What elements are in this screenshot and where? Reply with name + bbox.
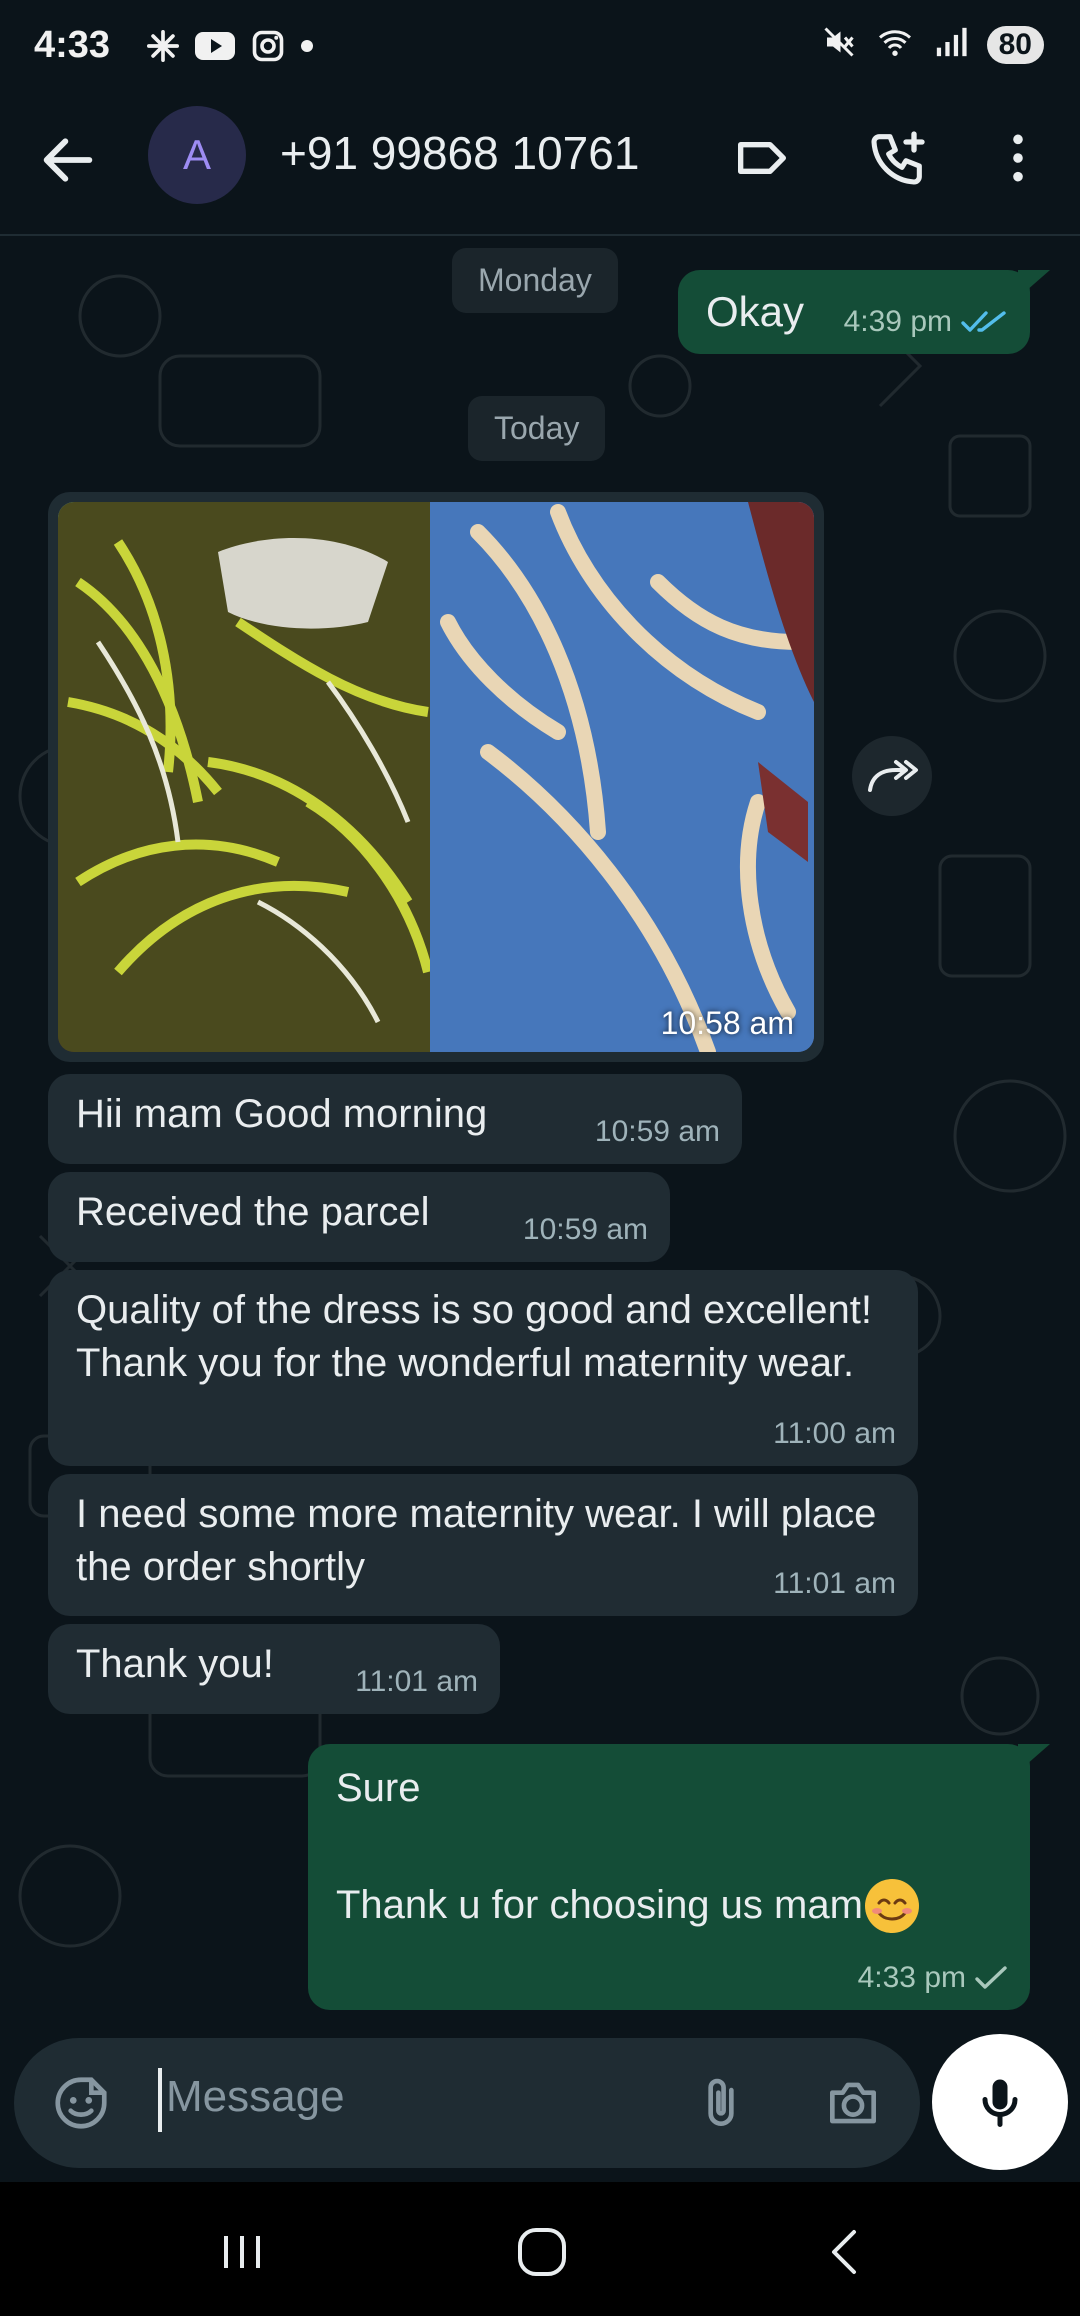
message-bubble-incoming[interactable]: Thank you! 11:01 am	[48, 1624, 500, 1714]
single-tick-icon	[975, 1966, 1007, 1989]
recent-apps-icon	[224, 2236, 260, 2268]
message-meta: 10:59 am	[595, 1112, 720, 1152]
message-text-line1: Sure	[336, 1766, 421, 1810]
forward-icon	[868, 760, 918, 792]
message-text: Okay	[706, 288, 805, 335]
message-bubble-incoming[interactable]: I need some more maternity wear. I will …	[48, 1474, 918, 1616]
sticker-button[interactable]	[50, 2072, 112, 2134]
avatar[interactable]: A	[148, 106, 246, 204]
dot-icon	[300, 39, 314, 58]
message-text-line2: Thank u for choosing us mam	[336, 1883, 863, 1928]
message-bubble-incoming[interactable]: Hii mam Good morning 10:59 am	[48, 1074, 742, 1164]
message-time: 11:01 am	[773, 1567, 896, 1601]
back-button[interactable]	[36, 128, 100, 192]
battery-level: 80	[986, 25, 1044, 64]
home-button[interactable]	[512, 2222, 572, 2282]
message-input[interactable]: Message	[166, 2072, 345, 2122]
back-nav-button[interactable]	[816, 2222, 876, 2282]
message-time: 10:59 am	[522, 1213, 648, 1247]
whatsapp-chat-screen: 4:33 80 A +91 99868 10761 Monday Okay 4:…	[0, 0, 1080, 2316]
status-system-icons: 80	[821, 24, 1044, 65]
chat-area[interactable]: Monday Okay 4:39 pm Today 10:58 am Hii m…	[0, 236, 1080, 2036]
message-text: I need some more maternity wear. I will …	[76, 1492, 877, 1589]
more-options-button[interactable]	[986, 126, 1050, 190]
microphone-icon	[982, 2079, 1018, 2127]
date-separator-monday: Monday	[452, 248, 618, 313]
message-meta: 11:00 am	[773, 1414, 896, 1454]
instagram-icon	[250, 28, 286, 69]
message-bubble-outgoing[interactable]: Okay 4:39 pm	[678, 270, 1030, 354]
text-caret	[158, 2068, 162, 2132]
image-time: 10:58 am	[660, 1005, 794, 1041]
status-bar: 4:33 80	[0, 0, 1080, 96]
message-time: 11:01 am	[355, 1665, 478, 1699]
youtube-icon	[194, 30, 236, 67]
add-call-icon	[871, 131, 925, 185]
message-meta: 10:59 am	[523, 1210, 648, 1250]
message-text: Quality of the dress is so good and exce…	[76, 1288, 873, 1385]
message-text: Hii mam Good morning	[76, 1092, 488, 1136]
paperclip-icon	[708, 2078, 734, 2126]
more-vert-icon	[1013, 134, 1023, 182]
bubble-tail	[1018, 270, 1050, 298]
camera-button[interactable]	[822, 2072, 884, 2134]
wifi-icon	[875, 24, 915, 65]
message-text: Thank you!	[76, 1642, 274, 1686]
message-time: 11:00 am	[773, 1417, 896, 1451]
message-time: 10:59 am	[594, 1115, 720, 1149]
message-time: 4:39 pm	[843, 305, 952, 339]
clothing-photo[interactable]: 10:58 am	[58, 502, 814, 1052]
message-composer[interactable]: Message	[14, 2038, 920, 2168]
chat-header: A +91 99868 10761	[0, 96, 1080, 236]
message-bubble-outgoing[interactable]: Sure Thank u for choosing us mam 4:33 pm	[308, 1744, 1030, 2010]
attach-button[interactable]	[690, 2072, 752, 2134]
status-time: 4:33	[34, 24, 111, 66]
contact-name[interactable]: +91 99868 10761	[280, 126, 639, 180]
bubble-tail	[1018, 1744, 1050, 1772]
message-bubble-incoming[interactable]: Quality of the dress is so good and exce…	[48, 1270, 918, 1466]
status-notification-icons	[146, 28, 314, 69]
mute-icon	[821, 24, 857, 65]
message-meta: 11:01 am	[355, 1662, 478, 1702]
add-call-button[interactable]	[866, 126, 930, 190]
message-meta: 4:39 pm	[844, 302, 1008, 342]
back-arrow-icon	[43, 138, 93, 182]
message-time: 4:33 pm	[857, 1961, 966, 1995]
pinwheel-icon	[146, 29, 180, 68]
voice-message-button[interactable]	[932, 2034, 1068, 2170]
sticker-icon	[55, 2077, 107, 2129]
forward-button[interactable]	[852, 736, 932, 816]
image-message[interactable]: 10:58 am	[48, 492, 824, 1062]
chevron-left-icon	[832, 2230, 856, 2274]
photo-content	[58, 502, 814, 1052]
signal-icon	[933, 25, 969, 64]
recent-apps-button[interactable]	[212, 2222, 272, 2282]
message-meta: 4:33 pm	[858, 1958, 1008, 1998]
message-text: Received the parcel	[76, 1190, 430, 1234]
label-button[interactable]	[730, 126, 794, 190]
home-icon	[518, 2228, 566, 2276]
camera-icon	[830, 2082, 876, 2124]
double-tick-read-icon	[961, 311, 1006, 332]
message-bubble-incoming[interactable]: Received the parcel 10:59 am	[48, 1172, 670, 1262]
label-icon	[738, 142, 786, 174]
date-separator-today: Today	[468, 396, 606, 461]
message-text-line2-row: Thank u for choosing us mam	[336, 1877, 1002, 1935]
system-navigation-bar	[0, 2182, 1080, 2316]
smiling-face-emoji-icon	[863, 1877, 921, 1935]
message-meta: 11:01 am	[773, 1564, 896, 1604]
